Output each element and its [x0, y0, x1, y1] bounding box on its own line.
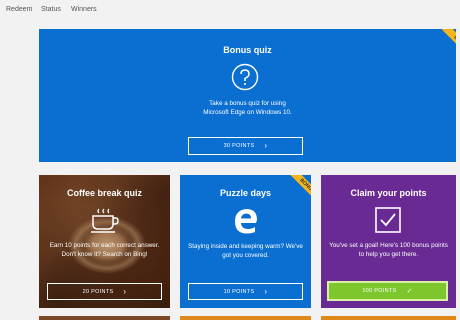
- puzzle-days-points-button[interactable]: 10 POINTS ›: [188, 283, 303, 300]
- nav-winners[interactable]: Winners: [71, 6, 97, 13]
- coffee-break-points-button[interactable]: 20 POINTS ›: [47, 283, 162, 300]
- claim-points-card[interactable]: Claim your points You've set a goal! Her…: [321, 175, 456, 308]
- claim-points-title: Claim your points: [350, 188, 427, 198]
- puzzle-days-card[interactable]: BONUS Puzzle days Staying inside and kee…: [180, 175, 311, 308]
- coffee-break-points-label: 20 POINTS: [82, 288, 114, 295]
- bonus-quiz-card[interactable]: BONUS Bonus quiz Take a bonus quiz for u…: [39, 29, 456, 162]
- next-row-card: [321, 316, 456, 320]
- puzzle-days-title: Puzzle days: [219, 188, 272, 198]
- checkmark-icon: ✓: [406, 288, 413, 295]
- claim-points-label: 100 POINTS: [362, 288, 397, 294]
- coffee-break-card[interactable]: Coffee break quiz Earn 10 points for eac…: [39, 175, 170, 308]
- puzzle-days-description: Staying inside and keeping warm? We've g…: [188, 243, 303, 259]
- puzzle-days-points-label: 10 POINTS: [223, 288, 255, 295]
- coffee-break-title: Coffee break quiz: [66, 188, 142, 198]
- nav-redeem[interactable]: Redeem: [6, 6, 32, 13]
- chevron-right-icon: ›: [123, 286, 127, 296]
- claim-points-description: You've set a goal! Here's 100 bonus poin…: [329, 242, 448, 258]
- next-row-card: [180, 316, 311, 320]
- edge-logo-icon: [235, 209, 257, 234]
- nav-status[interactable]: Status: [41, 6, 61, 13]
- bonus-quiz-description: Take a bonus quiz for using Microsoft Ed…: [203, 100, 292, 116]
- claim-points-button[interactable]: 100 POINTS ✓: [327, 281, 448, 301]
- coffee-cup-icon: [91, 208, 119, 233]
- next-row-card: [39, 316, 170, 320]
- bonus-quiz-points-label: 30 POINTS: [223, 143, 255, 149]
- bonus-quiz-title: Bonus quiz: [223, 45, 272, 55]
- chevron-right-icon: ›: [264, 141, 268, 150]
- coffee-break-description: Earn 10 points for each correct answer. …: [49, 242, 160, 258]
- question-mark-circle-icon: [231, 63, 259, 91]
- bonus-quiz-points-button[interactable]: 30 POINTS ›: [188, 137, 303, 155]
- top-nav: Redeem Status Winners: [0, 0, 460, 20]
- checkbox-checked-icon: [375, 207, 401, 233]
- chevron-right-icon: ›: [264, 286, 268, 296]
